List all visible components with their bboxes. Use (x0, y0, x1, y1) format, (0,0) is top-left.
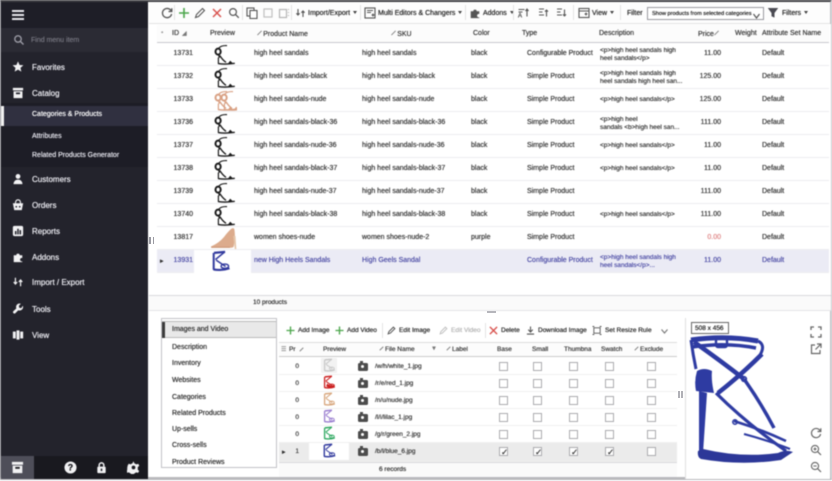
svg-text:?: ? (68, 463, 73, 473)
svg-text:A: A (518, 14, 522, 20)
